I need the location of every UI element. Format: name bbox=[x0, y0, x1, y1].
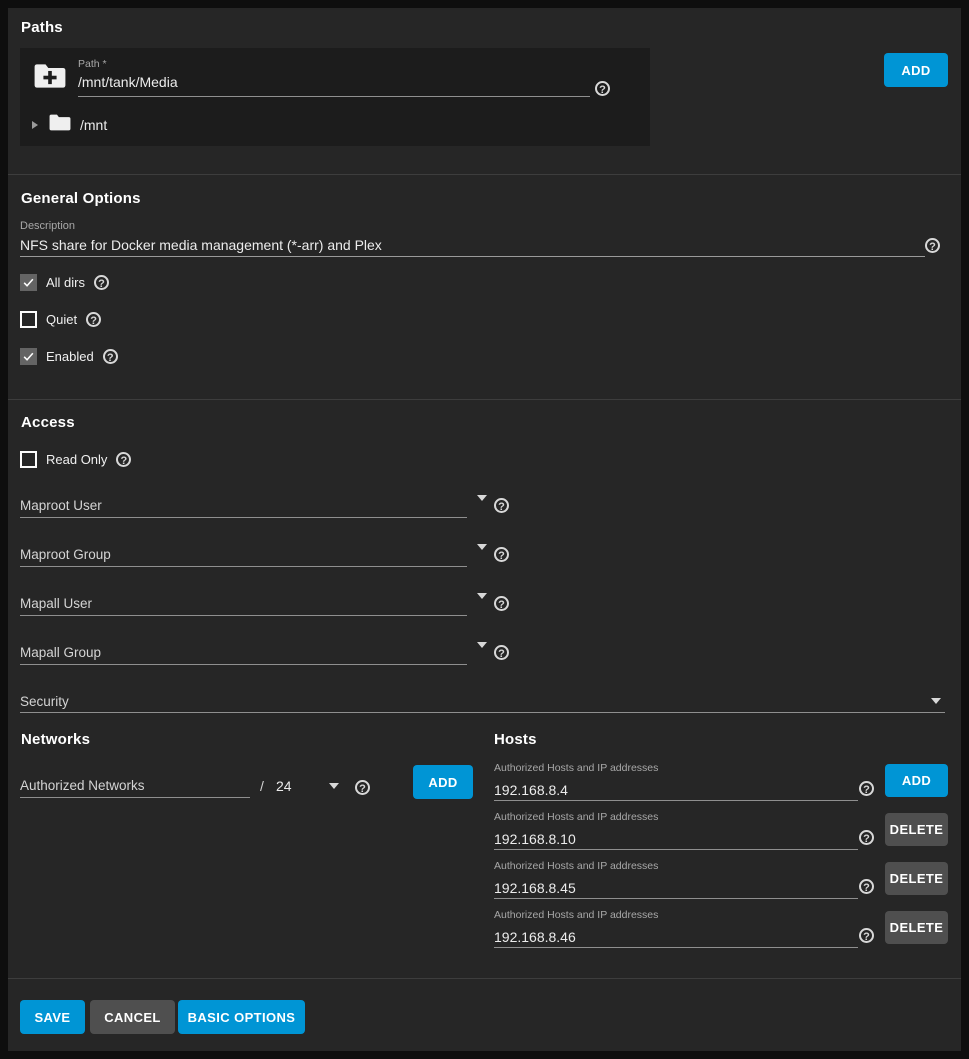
quiet-checkbox[interactable] bbox=[20, 311, 37, 328]
help-icon[interactable] bbox=[494, 547, 509, 562]
host-field-label: Authorized Hosts and IP addresses bbox=[494, 811, 658, 823]
help-icon[interactable] bbox=[859, 830, 874, 845]
cancel-button[interactable]: CANCEL bbox=[90, 1000, 175, 1034]
description-label: Description bbox=[20, 220, 75, 232]
host-input[interactable]: 192.168.8.10 bbox=[494, 831, 576, 847]
path-field-label: Path * bbox=[78, 58, 107, 70]
help-icon[interactable] bbox=[86, 312, 101, 327]
add-path-button[interactable]: ADD bbox=[884, 53, 948, 87]
delete-host-button[interactable]: DELETE bbox=[885, 911, 948, 944]
quiet-label: Quiet bbox=[46, 312, 77, 327]
help-icon[interactable] bbox=[494, 645, 509, 660]
section-title-general-options: General Options bbox=[21, 190, 141, 207]
path-input[interactable]: /mnt/tank/Media bbox=[78, 74, 178, 90]
enabled-label: Enabled bbox=[46, 349, 94, 364]
host-underline bbox=[494, 947, 858, 948]
security-underline bbox=[20, 712, 945, 713]
tree-expand-icon[interactable] bbox=[32, 121, 38, 129]
section-title-hosts: Hosts bbox=[494, 731, 537, 748]
host-underline bbox=[494, 898, 858, 899]
chevron-down-icon[interactable] bbox=[477, 642, 487, 648]
delete-host-button[interactable]: DELETE bbox=[885, 862, 948, 895]
help-icon[interactable] bbox=[494, 498, 509, 513]
checkbox-row-readonly: Read Only bbox=[20, 451, 131, 468]
host-field-label: Authorized Hosts and IP addresses bbox=[494, 909, 658, 921]
section-divider bbox=[8, 399, 961, 400]
help-icon[interactable] bbox=[595, 81, 610, 96]
maproot-group-select[interactable]: Maproot Group bbox=[20, 547, 111, 562]
alldirs-checkbox[interactable] bbox=[20, 274, 37, 291]
host-input[interactable]: 192.168.8.46 bbox=[494, 929, 576, 945]
maproot-user-underline bbox=[20, 517, 467, 518]
authorized-networks-underline bbox=[20, 797, 250, 798]
basic-options-button[interactable]: BASIC OPTIONS bbox=[178, 1000, 305, 1034]
section-title-networks: Networks bbox=[21, 731, 90, 748]
add-host-button[interactable]: ADD bbox=[885, 764, 948, 797]
help-icon[interactable] bbox=[859, 928, 874, 943]
path-picker-panel: Path * /mnt/tank/Media /mnt bbox=[20, 48, 650, 146]
mapall-group-select[interactable]: Mapall Group bbox=[20, 645, 101, 660]
help-icon[interactable] bbox=[859, 781, 874, 796]
mapall-user-underline bbox=[20, 615, 467, 616]
help-icon[interactable] bbox=[94, 275, 109, 290]
folder-icon bbox=[48, 113, 72, 137]
tree-item-label: /mnt bbox=[80, 117, 107, 133]
checkbox-row-alldirs: All dirs bbox=[20, 274, 109, 291]
mapall-user-select[interactable]: Mapall User bbox=[20, 596, 92, 611]
checkbox-row-enabled: Enabled bbox=[20, 348, 118, 365]
nfs-share-form: Paths Path * /mnt/tank/Media /mnt ADD Ge… bbox=[8, 8, 961, 1051]
chevron-down-icon[interactable] bbox=[931, 698, 941, 704]
security-select[interactable]: Security bbox=[20, 694, 69, 709]
section-title-paths: Paths bbox=[21, 19, 63, 36]
chevron-down-icon[interactable] bbox=[477, 593, 487, 599]
description-input[interactable]: NFS share for Docker media management (*… bbox=[20, 237, 382, 253]
netmask-select[interactable]: 24 bbox=[276, 778, 292, 794]
save-button[interactable]: SAVE bbox=[20, 1000, 85, 1034]
host-underline bbox=[494, 849, 858, 850]
tree-item-mnt[interactable]: /mnt bbox=[30, 112, 630, 138]
readonly-checkbox[interactable] bbox=[20, 451, 37, 468]
help-icon[interactable] bbox=[925, 238, 940, 253]
help-icon[interactable] bbox=[494, 596, 509, 611]
host-field-label: Authorized Hosts and IP addresses bbox=[494, 762, 658, 774]
host-underline bbox=[494, 800, 858, 801]
host-field-label: Authorized Hosts and IP addresses bbox=[494, 860, 658, 872]
authorized-networks-input[interactable]: Authorized Networks bbox=[20, 778, 145, 793]
help-icon[interactable] bbox=[355, 780, 370, 795]
help-icon[interactable] bbox=[116, 452, 131, 467]
footer-divider bbox=[8, 978, 961, 979]
maproot-user-select[interactable]: Maproot User bbox=[20, 498, 102, 513]
enabled-checkbox[interactable] bbox=[20, 348, 37, 365]
alldirs-label: All dirs bbox=[46, 275, 85, 290]
maproot-group-underline bbox=[20, 566, 467, 567]
folder-add-icon[interactable] bbox=[33, 62, 67, 95]
host-input[interactable]: 192.168.8.4 bbox=[494, 782, 568, 798]
netmask-separator: / bbox=[260, 778, 264, 794]
add-network-button[interactable]: ADD bbox=[413, 765, 473, 799]
path-input-underline bbox=[78, 96, 590, 97]
mapall-group-underline bbox=[20, 664, 467, 665]
section-divider bbox=[8, 174, 961, 175]
help-icon[interactable] bbox=[103, 349, 118, 364]
host-input[interactable]: 192.168.8.45 bbox=[494, 880, 576, 896]
chevron-down-icon[interactable] bbox=[477, 495, 487, 501]
chevron-down-icon[interactable] bbox=[329, 783, 339, 789]
chevron-down-icon[interactable] bbox=[477, 544, 487, 550]
description-underline bbox=[20, 256, 925, 257]
delete-host-button[interactable]: DELETE bbox=[885, 813, 948, 846]
readonly-label: Read Only bbox=[46, 452, 107, 467]
section-title-access: Access bbox=[21, 414, 75, 431]
checkbox-row-quiet: Quiet bbox=[20, 311, 101, 328]
help-icon[interactable] bbox=[859, 879, 874, 894]
